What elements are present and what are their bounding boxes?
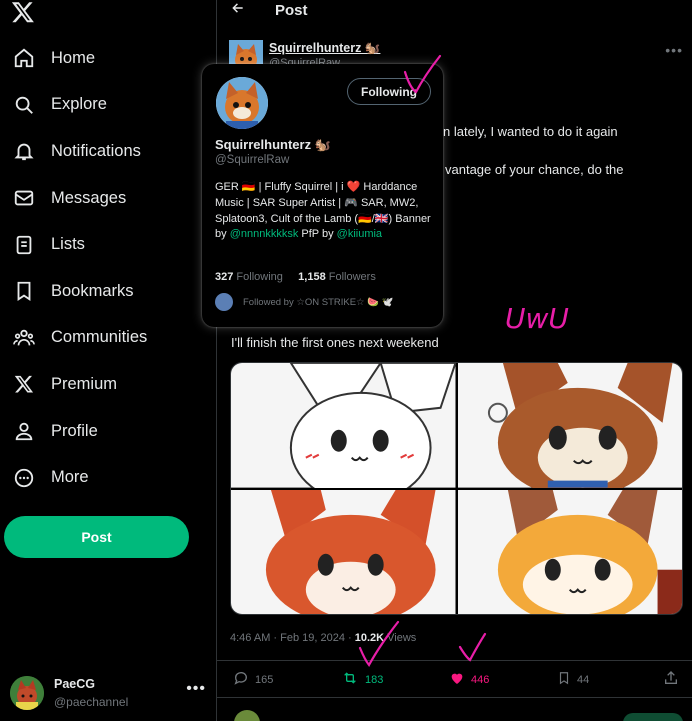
nav-label: Bookmarks <box>51 281 134 300</box>
media-image[interactable] <box>457 363 682 488</box>
share-button[interactable] <box>663 670 679 689</box>
primary-nav: Home Explore Notifications Messages List… <box>0 35 217 501</box>
hover-card-stats: 327 Following 1,158 Followers <box>215 271 376 283</box>
account-switcher[interactable]: PaeCG @paechannel ••• <box>10 672 210 714</box>
sidebar: Home Explore Notifications Messages List… <box>0 0 217 721</box>
reply-icon <box>233 670 249 689</box>
tweet-text-line: vantage of your chance, do the <box>445 162 624 177</box>
page-title: Post <box>275 2 308 19</box>
media-image[interactable] <box>231 489 456 614</box>
followed-by-text: Followed by ☆ON STRIKE☆ 🍉 🕊️ <box>243 296 394 308</box>
more-dots-icon: ••• <box>186 680 206 697</box>
like-count: 446 <box>471 673 490 686</box>
media-image[interactable] <box>457 489 682 614</box>
repost-count: 183 <box>365 673 384 686</box>
tweet-text-line: n lately, I wanted to do it again <box>443 124 618 139</box>
tweet-text-line: I'll finish the first ones next weekend <box>231 335 439 350</box>
back-arrow-icon[interactable] <box>231 1 245 19</box>
tweet-actions: 165 183 446 44 <box>217 660 692 698</box>
nav-home[interactable]: Home <box>0 35 217 82</box>
like-button[interactable]: 446 <box>449 670 489 689</box>
nav-premium[interactable]: Premium <box>0 361 217 408</box>
nav-notifications[interactable]: Notifications <box>0 128 217 175</box>
bio-mention-link[interactable]: @kiiumia <box>337 228 382 240</box>
nav-label: Communities <box>51 328 148 347</box>
followers-count: 1,158 <box>298 271 326 283</box>
person-icon <box>12 419 36 443</box>
nav-messages[interactable]: Messages <box>0 175 217 222</box>
account-display-name: PaeCG <box>54 677 95 691</box>
list-icon <box>12 233 36 257</box>
bio-mention-link[interactable]: @nnnnkkkksk <box>230 228 299 240</box>
page-header: Post <box>217 0 692 26</box>
bookmark-icon <box>12 279 36 303</box>
hover-card-name[interactable]: Squirrelhunterz 🐿️ <box>215 137 331 153</box>
reply-count: 165 <box>255 673 274 686</box>
views-label: Views <box>384 632 417 644</box>
followers-link[interactable]: 1,158 Followers <box>298 271 376 283</box>
x-logo-icon[interactable] <box>10 0 40 26</box>
nav-lists[interactable]: Lists <box>0 221 217 268</box>
nav-bookmarks[interactable]: Bookmarks <box>0 268 217 315</box>
reply-composer-peek <box>217 708 692 721</box>
following-label: Following <box>233 271 283 283</box>
nav-label: Messages <box>51 188 127 207</box>
nav-profile[interactable]: Profile <box>0 408 217 455</box>
bookmark-button[interactable]: 44 <box>557 670 589 689</box>
tweet-timestamp[interactable]: 4:46 AM · Feb 19, 2024 · <box>230 632 355 644</box>
account-handle: @paechannel <box>54 695 129 709</box>
bookmark-icon <box>557 670 571 689</box>
hover-card-handle[interactable]: @SquirrelRaw <box>215 154 289 166</box>
avatar <box>10 676 44 710</box>
bookmark-count: 44 <box>577 673 590 686</box>
follower-avatar <box>215 293 233 311</box>
profile-hover-card: Following Squirrelhunterz 🐿️ @SquirrelRa… <box>202 64 443 327</box>
nav-label: Home <box>51 48 96 67</box>
share-icon <box>663 670 679 689</box>
nav-label: Profile <box>51 421 98 440</box>
nav-label: More <box>51 468 89 487</box>
author-name[interactable]: Squirrelhunterz 🐿️ <box>269 41 380 56</box>
nav-more[interactable]: More <box>0 454 217 501</box>
hover-card-avatar[interactable] <box>216 77 268 129</box>
tweet-meta: 4:46 AM · Feb 19, 2024 · 10.2K Views <box>230 632 416 644</box>
followed-by[interactable]: Followed by ☆ON STRIKE☆ 🍉 🕊️ <box>215 293 394 311</box>
hover-card-bio: GER 🇩🇪 | Fluffy Squirrel | i ❤️ Harddanc… <box>215 180 437 243</box>
heart-icon <box>449 670 465 689</box>
following-link[interactable]: 327 Following <box>215 271 283 283</box>
search-icon <box>12 93 36 117</box>
following-button[interactable]: Following <box>347 78 431 105</box>
nav-label: Premium <box>51 374 118 393</box>
repost-button[interactable]: 183 <box>341 670 383 689</box>
following-count: 327 <box>215 271 234 283</box>
more-dots-icon[interactable]: ••• <box>665 42 683 58</box>
reply-button[interactable]: 165 <box>233 670 273 689</box>
bell-icon <box>12 139 36 163</box>
envelope-icon <box>12 186 36 210</box>
nav-explore[interactable]: Explore <box>0 82 217 129</box>
bio-text: PfP by <box>298 228 337 241</box>
followers-label: Followers <box>325 271 376 283</box>
more-circle-icon <box>12 466 36 490</box>
nav-label: Explore <box>51 95 107 114</box>
home-icon <box>12 46 36 70</box>
x-logo-icon <box>12 372 36 396</box>
media-grid <box>230 362 683 615</box>
media-image[interactable] <box>231 363 456 488</box>
people-icon <box>12 326 36 350</box>
nav-label: Notifications <box>51 141 141 160</box>
post-button[interactable]: Post <box>4 516 189 558</box>
views-count: 10.2K <box>354 632 385 644</box>
nav-communities[interactable]: Communities <box>0 315 217 362</box>
nav-label: Lists <box>51 235 85 254</box>
repost-icon <box>341 670 359 689</box>
